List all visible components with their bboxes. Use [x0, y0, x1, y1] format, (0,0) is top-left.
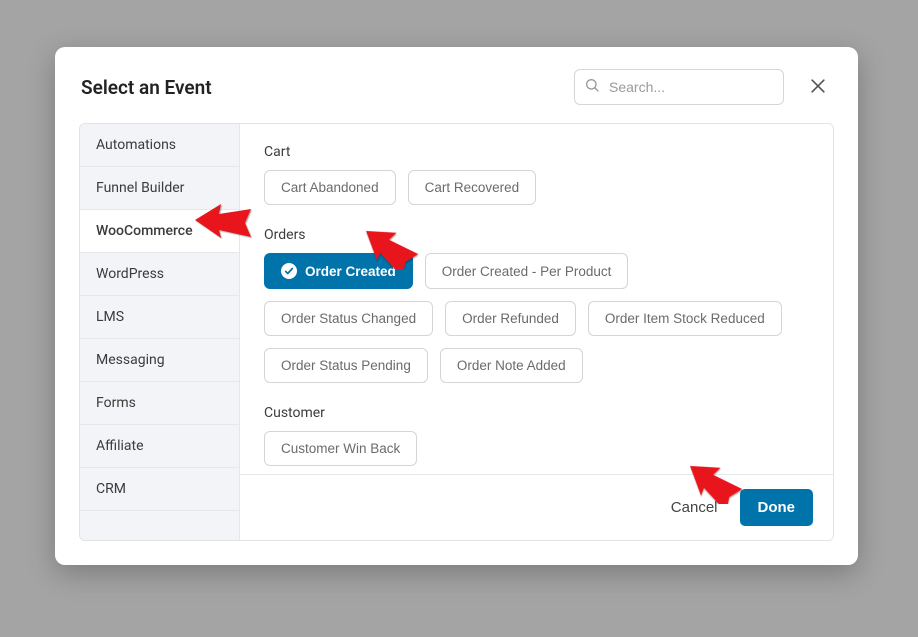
check-icon [281, 263, 297, 279]
sidebar-item-lms[interactable]: LMS [80, 296, 239, 339]
sidebar-item-forms[interactable]: Forms [80, 382, 239, 425]
sidebar-item-label: Affiliate [96, 438, 144, 454]
event-list-scroll[interactable]: Cart Cart Abandoned Cart Recovered Orders Or… [240, 124, 833, 474]
event-cart-recovered[interactable]: Cart Recovered [408, 170, 537, 205]
sidebar-item-label: WordPress [96, 266, 164, 282]
event-order-note-added[interactable]: Order Note Added [440, 348, 583, 383]
sidebar-item-label: LMS [96, 309, 124, 325]
sidebar-item-label: Forms [96, 395, 136, 411]
event-row-orders: Order Created Order Created - Per Product… [264, 253, 809, 383]
event-order-status-pending[interactable]: Order Status Pending [264, 348, 428, 383]
select-event-modal: Select an Event Automations Funnel Builde… [55, 47, 858, 565]
event-label: Order Note Added [457, 358, 566, 373]
sidebar-item-label: Automations [96, 137, 176, 153]
search-field [574, 69, 784, 105]
category-sidebar: Automations Funnel Builder WooCommerce Word… [80, 124, 240, 540]
sidebar-item-wordpress[interactable]: WordPress [80, 253, 239, 296]
section-title-cart: Cart [264, 144, 809, 160]
sidebar-item-woocommerce[interactable]: WooCommerce [80, 210, 239, 253]
event-label: Order Status Pending [281, 358, 411, 373]
modal-footer: Cancel Done [240, 474, 833, 540]
event-order-item-stock-reduced[interactable]: Order Item Stock Reduced [588, 301, 782, 336]
sidebar-item-automations[interactable]: Automations [80, 124, 239, 167]
event-label: Order Created - Per Product [442, 264, 612, 279]
event-label: Cart Recovered [425, 180, 520, 195]
event-row-cart: Cart Abandoned Cart Recovered [264, 170, 809, 205]
modal-body: Automations Funnel Builder WooCommerce Word… [79, 123, 834, 541]
event-order-status-changed[interactable]: Order Status Changed [264, 301, 433, 336]
close-icon [808, 84, 828, 99]
sidebar-item-messaging[interactable]: Messaging [80, 339, 239, 382]
search-input[interactable] [574, 69, 784, 105]
done-button[interactable]: Done [740, 489, 814, 526]
sidebar-item-label: WooCommerce [96, 223, 193, 239]
content-column: Cart Cart Abandoned Cart Recovered Orders Or… [240, 124, 833, 540]
modal-header: Select an Event [55, 47, 858, 123]
event-order-created[interactable]: Order Created [264, 253, 413, 289]
event-cart-abandoned[interactable]: Cart Abandoned [264, 170, 396, 205]
sidebar-item-label: CRM [96, 481, 126, 497]
event-customer-win-back[interactable]: Customer Win Back [264, 431, 417, 466]
close-button[interactable] [804, 72, 832, 103]
event-label: Customer Win Back [281, 441, 400, 456]
sidebar-item-label: Messaging [96, 352, 165, 368]
section-title-orders: Orders [264, 227, 809, 243]
sidebar-item-funnel-builder[interactable]: Funnel Builder [80, 167, 239, 210]
sidebar-item-label: Funnel Builder [96, 180, 184, 196]
event-label: Cart Abandoned [281, 180, 379, 195]
event-order-refunded[interactable]: Order Refunded [445, 301, 576, 336]
event-label: Order Status Changed [281, 311, 416, 326]
event-label: Order Refunded [462, 311, 559, 326]
sidebar-item-affiliate[interactable]: Affiliate [80, 425, 239, 468]
cancel-button[interactable]: Cancel [667, 493, 722, 522]
sidebar-item-crm[interactable]: CRM [80, 468, 239, 511]
event-label: Order Item Stock Reduced [605, 311, 765, 326]
event-row-customer: Customer Win Back [264, 431, 809, 466]
modal-title: Select an Event [81, 76, 212, 99]
section-title-customer: Customer [264, 405, 809, 421]
event-order-created-per-product[interactable]: Order Created - Per Product [425, 253, 629, 289]
event-label: Order Created [305, 264, 396, 279]
